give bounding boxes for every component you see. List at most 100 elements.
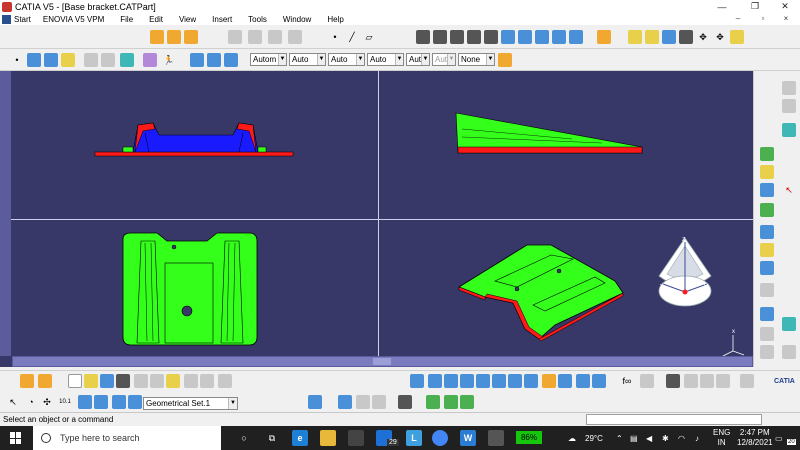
split-icon[interactable] <box>467 30 481 44</box>
weather-icon[interactable]: ☁ <box>568 426 576 450</box>
tool-icon[interactable] <box>444 395 458 409</box>
viewport-divider-horizontal[interactable] <box>0 219 753 220</box>
line-thickness-select[interactable]: Auto ▼ <box>328 53 365 66</box>
compass-icon[interactable] <box>655 236 715 311</box>
open-icon[interactable] <box>84 374 98 388</box>
spline-icon[interactable] <box>27 53 41 67</box>
point-icon[interactable]: • <box>10 53 24 67</box>
trim-icon[interactable] <box>484 30 498 44</box>
menu-insert[interactable]: Insert <box>204 15 240 24</box>
language-indicator[interactable]: ENG IN <box>713 426 730 450</box>
new-icon[interactable] <box>68 374 82 388</box>
tools-icon[interactable] <box>120 53 134 67</box>
zoom-in-icon[interactable] <box>476 374 490 388</box>
surface-icon[interactable] <box>61 53 75 67</box>
scroll-thumb[interactable] <box>373 358 391 365</box>
tool-icon[interactable] <box>700 374 714 388</box>
catia-taskbar-icon[interactable] <box>488 430 504 446</box>
tool-icon[interactable] <box>760 307 774 321</box>
join-icon[interactable] <box>450 30 464 44</box>
file-explorer-icon[interactable] <box>320 430 336 446</box>
translate-icon[interactable] <box>518 30 532 44</box>
curve-icon[interactable] <box>44 53 58 67</box>
doc-close-button[interactable]: × <box>778 13 794 25</box>
fit-all-icon[interactable] <box>428 374 442 388</box>
taskbar-search[interactable]: Type here to search <box>33 426 221 450</box>
pan-icon[interactable] <box>444 374 458 388</box>
sketcher-tool-icon[interactable] <box>268 30 282 44</box>
tool-icon[interactable] <box>782 345 796 359</box>
whats-this-icon[interactable] <box>218 374 232 388</box>
doc-minimize-button[interactable]: – <box>730 13 746 25</box>
analysis-icon[interactable] <box>224 53 238 67</box>
hide-show-icon[interactable] <box>576 374 590 388</box>
tool-icon[interactable] <box>740 374 754 388</box>
tool-icon[interactable] <box>760 283 774 297</box>
maximize-button[interactable]: ❐ <box>740 0 770 13</box>
volume-icon[interactable]: ◀ <box>646 426 652 450</box>
normal-view-icon[interactable] <box>508 374 522 388</box>
analysis-icon[interactable] <box>207 53 221 67</box>
clock[interactable]: 2:47 PM 12/8/2021 <box>737 426 773 450</box>
tool-icon[interactable] <box>308 395 322 409</box>
minimize-button[interactable]: — <box>707 0 737 13</box>
menu-start[interactable]: Start <box>0 13 35 25</box>
constraint-icon[interactable] <box>143 53 157 67</box>
doc-restore-button[interactable]: ▫ <box>755 13 771 25</box>
sketcher-tool-icon[interactable] <box>288 30 302 44</box>
tool-icon[interactable] <box>20 374 34 388</box>
tool-icon[interactable]: 10.1 <box>58 395 72 409</box>
normal-view-icon[interactable] <box>730 30 744 44</box>
view-icon[interactable] <box>679 30 693 44</box>
tool-icon[interactable] <box>760 261 774 275</box>
menu-enovia[interactable]: ENOVIA V5 VPM <box>35 15 112 24</box>
line-icon[interactable]: ╱ <box>345 30 359 44</box>
windows-start-icon[interactable] <box>10 432 22 444</box>
tool-icon[interactable] <box>426 395 440 409</box>
table-icon[interactable] <box>666 374 680 388</box>
tool-icon[interactable] <box>716 374 730 388</box>
tool-icon[interactable] <box>782 81 796 95</box>
tool-icon[interactable] <box>782 99 796 113</box>
tool-icon[interactable] <box>760 225 774 239</box>
fly-icon[interactable] <box>410 374 424 388</box>
cortana-icon[interactable]: ○ <box>236 430 252 446</box>
redo-icon[interactable] <box>200 374 214 388</box>
tool-icon[interactable] <box>356 395 370 409</box>
tool-icon[interactable] <box>760 203 774 217</box>
multi-view-icon[interactable] <box>524 374 538 388</box>
analysis-icon[interactable] <box>190 53 204 67</box>
tool-icon[interactable] <box>782 317 796 331</box>
battery-indicator[interactable]: 86% <box>516 431 542 444</box>
tool-icon[interactable] <box>112 395 126 409</box>
sketch-icon[interactable] <box>150 30 164 44</box>
tool-icon[interactable] <box>684 374 698 388</box>
horizontal-scrollbar[interactable] <box>12 356 753 367</box>
word-icon[interactable]: W <box>460 430 476 446</box>
tool-icon[interactable] <box>760 183 774 197</box>
tool-icon[interactable] <box>128 395 142 409</box>
tool-icon[interactable] <box>460 395 474 409</box>
transparency-select[interactable]: Auto ▼ <box>289 53 326 66</box>
macro-icon[interactable] <box>597 30 611 44</box>
rotate-view-icon[interactable]: ✥ <box>713 30 727 44</box>
bluetooth-icon[interactable]: ✱ <box>662 426 669 450</box>
rotate-icon[interactable] <box>460 374 474 388</box>
pan-icon[interactable]: ✥ <box>696 30 710 44</box>
point-icon[interactable]: • <box>328 30 342 44</box>
menu-tools[interactable]: Tools <box>240 15 275 24</box>
tool-icon[interactable]: ✣ <box>40 395 54 409</box>
tool-icon[interactable] <box>78 395 92 409</box>
swap-visible-icon[interactable] <box>592 374 606 388</box>
rotate-icon[interactable] <box>535 30 549 44</box>
tool-icon[interactable] <box>372 395 386 409</box>
tray-chevron-icon[interactable]: ⌃ <box>616 426 623 450</box>
painter-icon[interactable] <box>498 53 512 67</box>
line-type-select[interactable]: Auto ▼ <box>367 53 404 66</box>
run-icon[interactable]: 🏃 <box>162 53 176 67</box>
view-icon[interactable] <box>628 30 642 44</box>
3d-viewport[interactable]: z x y x <box>0 71 753 367</box>
edge-icon[interactable]: e <box>292 430 308 446</box>
vertical-scrollbar[interactable] <box>0 71 11 356</box>
plane-icon[interactable]: ▱ <box>362 30 376 44</box>
